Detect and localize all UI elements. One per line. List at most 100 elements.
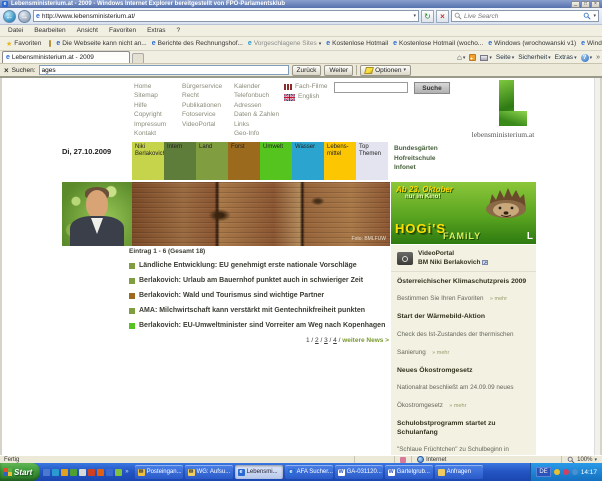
lebensministerium-logo[interactable] [499, 80, 527, 126]
favorite-link-4[interactable]: eKostenlose Hotmail (wocho... [393, 40, 483, 47]
tray-icon[interactable] [554, 469, 560, 475]
nav-sitemap[interactable]: Sitemap [134, 91, 166, 100]
nav-publikationen[interactable]: Publikationen [182, 101, 222, 110]
quick-launch-icon[interactable] [115, 469, 122, 476]
tab-wasser[interactable]: Wasser [292, 142, 324, 180]
quick-launch-icon[interactable] [106, 469, 113, 476]
task-word-gartelgrub[interactable]: WGartelgrub... [385, 465, 433, 479]
nav-buergerservice[interactable]: Bürgerservice [182, 82, 222, 91]
tab-intern[interactable]: Intern [164, 142, 196, 180]
add-favorite-icon[interactable] [49, 40, 51, 47]
link-hofreitschule[interactable]: Hofreitschule [394, 154, 438, 164]
feed-icon[interactable] [469, 54, 476, 61]
teaser-oekostromgesetz[interactable]: Neues Ökostromgesetz Nationalrat beschli… [397, 367, 530, 412]
videoportal-block[interactable]: VideoPortal BM Niki Berlakovich ↗ [391, 245, 536, 272]
quick-launch-icon[interactable] [88, 469, 95, 476]
favorite-link-2[interactable]: eBerichte des Rechnungshof... [152, 40, 243, 47]
favorite-link-3[interactable]: eKostenlose Hotmail [326, 40, 388, 47]
site-search-input[interactable] [334, 82, 408, 93]
news-item[interactable]: AMA: Milchwirtschaft kann verstärkt mit … [129, 307, 389, 316]
news-item[interactable]: Berlakovich: Wald und Tourismus sind wic… [129, 292, 389, 301]
quick-launch-icon[interactable] [52, 469, 59, 476]
maximize-button[interactable]: □ [581, 1, 590, 8]
refresh-button[interactable]: ↻ [421, 10, 434, 23]
news-item[interactable]: Berlakovich: Urlaub am Bauernhof punktet… [129, 277, 389, 286]
live-search-input[interactable] [464, 13, 581, 20]
page-menu-button[interactable]: Seite▾ [496, 54, 514, 61]
quick-launch-icon[interactable] [79, 469, 86, 476]
address-input[interactable] [42, 13, 412, 20]
teaser-schulobstprogramm[interactable]: Schulobstprogramm startet zu Schulanfang… [397, 420, 530, 455]
nav-english[interactable]: English [284, 92, 328, 102]
print-button[interactable]: ▾ [480, 55, 492, 61]
link-infonet[interactable]: Infonet [394, 163, 438, 173]
task-ie-lebensministerium[interactable]: eLebensmi... [235, 465, 283, 479]
language-indicator[interactable]: DE [536, 467, 550, 477]
news-item[interactable]: Berlakovich: EU-Umweltminister sind Vorr… [129, 322, 389, 331]
tools-menu-button[interactable]: Extras▾ [555, 54, 577, 61]
menu-bearbeiten[interactable]: Bearbeiten [34, 27, 65, 34]
favorite-link-1[interactable]: eDie Webseite kann nicht an... [56, 40, 146, 47]
find-close-icon[interactable]: × [4, 66, 9, 75]
tab-umwelt[interactable]: Umwelt [260, 142, 292, 180]
menu-ansicht[interactable]: Ansicht [77, 27, 98, 34]
nav-fotoservice[interactable]: Fotoservice [182, 110, 222, 119]
task-ie-afa[interactable]: eAFA Sucher... [285, 465, 333, 479]
mehr-link[interactable]: » mehr [432, 350, 449, 356]
nav-fach-filme[interactable]: Fach-Filme [284, 82, 328, 92]
menu-hilfe[interactable]: ? [177, 27, 181, 34]
nav-kalender[interactable]: Kalender [234, 82, 279, 91]
nav-impressum[interactable]: Impressum [134, 120, 166, 129]
command-overflow-icon[interactable]: » [596, 54, 600, 61]
tab-land[interactable]: Land [196, 142, 228, 180]
quick-launch-overflow-icon[interactable]: » [125, 469, 128, 475]
quick-launch-icon[interactable] [61, 469, 68, 476]
back-button[interactable]: ← [3, 10, 16, 23]
page-link-2[interactable]: 2 [315, 337, 319, 344]
tab-forst[interactable]: Forst [228, 142, 260, 180]
quick-launch-icon[interactable] [97, 469, 104, 476]
page-link-3[interactable]: 3 [324, 337, 328, 344]
find-options-button[interactable]: Optionen ▾ [360, 65, 411, 76]
forward-button[interactable]: → [18, 10, 31, 23]
teaser-klimaschutzpreis[interactable]: Österreichischer Klimaschutzpreis 2009 B… [397, 278, 530, 305]
find-next-button[interactable]: Weiter [324, 65, 353, 76]
start-button[interactable]: Start [0, 463, 40, 481]
task-word-ga[interactable]: WGA-031120... [335, 465, 383, 479]
zoom-control[interactable]: 100% ▾ [561, 456, 602, 463]
nav-links[interactable]: Links [234, 120, 279, 129]
find-input[interactable] [39, 65, 289, 75]
nav-videoportal[interactable]: VideoPortal [182, 120, 222, 129]
page-link-4[interactable]: 4 [333, 337, 337, 344]
nav-geo-info[interactable]: Geo-Info [234, 129, 279, 138]
task-folder-anfragen[interactable]: Anfragen [435, 465, 483, 479]
menu-extras[interactable]: Extras [147, 27, 165, 34]
hogi-cinema-ad[interactable]: Ab 23. Oktober nur im Kino! HOGi'S FAMiL… [391, 182, 536, 244]
safety-menu-button[interactable]: Sicherheit▾ [518, 54, 550, 61]
nav-home[interactable]: Home [134, 82, 166, 91]
news-item[interactable]: Ländliche Entwicklung: EU genehmigt erst… [129, 262, 389, 271]
nav-daten-zahlen[interactable]: Daten & Zahlen [234, 110, 279, 119]
address-dropdown-icon[interactable]: ▾ [413, 13, 416, 19]
minimize-button[interactable]: _ [571, 1, 580, 8]
task-mail-wg[interactable]: ✉WG: Aufsu... [185, 465, 233, 479]
favorite-link-suggested-sites[interactable]: eVorgeschlagene Sites▾ [248, 40, 321, 47]
tab-niki-berlakovich[interactable]: Niki Berlakovich [132, 142, 164, 180]
stop-button[interactable]: × [436, 10, 449, 23]
tab-top-themen[interactable]: Top Themen [356, 142, 388, 180]
teaser-waermebild[interactable]: Start der Wärmebild-Aktion Check des Ist… [397, 313, 530, 358]
task-outlook-inbox[interactable]: ✉Posteingan... [135, 465, 183, 479]
mehr-link[interactable]: » mehr [449, 403, 466, 409]
quick-launch-icon[interactable] [70, 469, 77, 476]
close-button[interactable]: × [591, 1, 600, 8]
mehr-link[interactable]: » mehr [490, 296, 507, 302]
scrollbar[interactable] [594, 78, 600, 455]
menu-datei[interactable]: Datei [8, 27, 23, 34]
favorites-button[interactable]: ★ Favoriten [3, 39, 44, 49]
home-button[interactable]: ⌂▾ [457, 53, 465, 62]
site-search-button[interactable]: Suche [414, 82, 450, 94]
tray-icon[interactable] [572, 469, 578, 475]
nav-hilfe[interactable]: Hilfe [134, 101, 166, 110]
quick-launch-icon[interactable] [43, 469, 50, 476]
nav-copyright[interactable]: Copyright [134, 110, 166, 119]
